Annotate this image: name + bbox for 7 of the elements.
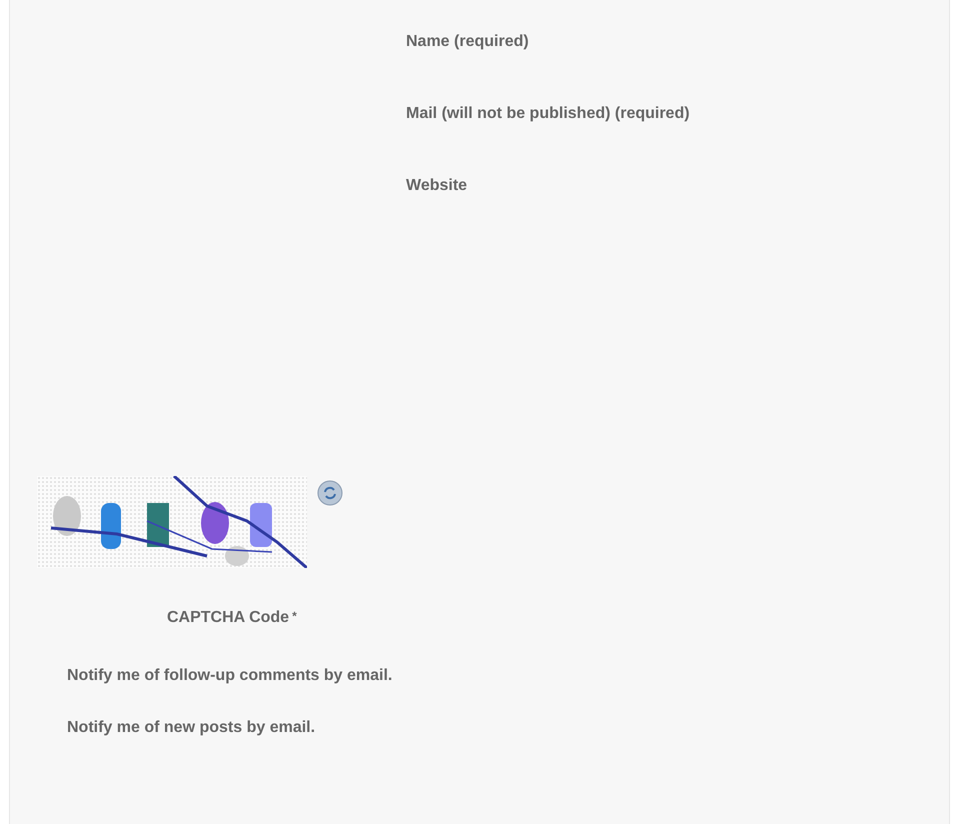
field-label: Name (required) — [406, 33, 529, 50]
field-label: Website — [406, 177, 468, 194]
field-label: Mail (will not be published) (required) — [406, 105, 690, 122]
notify-label: Notify me of follow-up comments by email. — [67, 667, 392, 684]
refresh-icon[interactable] — [317, 480, 343, 506]
captcha-label: CAPTCHA Code * — [167, 609, 297, 626]
notify-label: Notify me of new posts by email. — [67, 719, 316, 736]
